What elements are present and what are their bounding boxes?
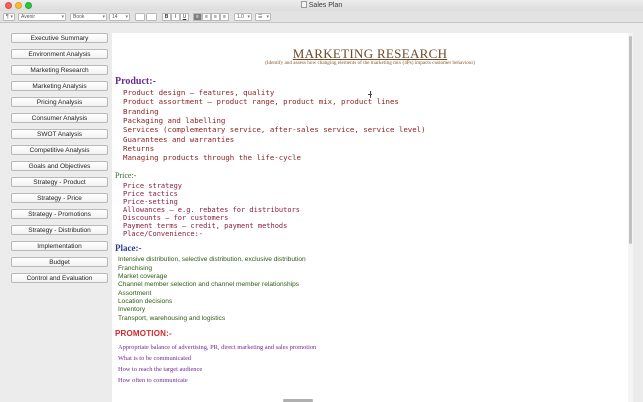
- italic-button[interactable]: I: [171, 13, 180, 21]
- nav-swot-analysis[interactable]: SWOT Analysis: [11, 129, 108, 139]
- list-item: Managing products through the life-cycle: [123, 153, 301, 162]
- list-item: Allowances – e.g. rebates for distributo…: [123, 206, 301, 214]
- nav-control-and-evaluation[interactable]: Control and Evaluation: [11, 273, 108, 283]
- list-item: Returns: [123, 144, 155, 153]
- list-item: Appropriate balance of advertising, PR, …: [118, 344, 317, 351]
- paragraph-style-select[interactable]: ¶ ▾: [3, 13, 15, 21]
- list-item: Inventory: [118, 306, 146, 313]
- list-item: Intensive distribution, selective distri…: [118, 256, 306, 263]
- format-toolbar: ¶ ▾ Avenir ▾ Book ▾ 14 ▾ B I U ≡ ≡ ≡ ≡ 1.0 ▾ …: [0, 11, 643, 23]
- document-subheading: (Identify and assess how changing elemen…: [265, 60, 475, 66]
- underline-button[interactable]: U: [180, 13, 189, 21]
- list-icon: ☰: [258, 14, 263, 20]
- list-item: Franchising: [118, 265, 153, 272]
- list-item: Packaging and labelling: [123, 116, 226, 125]
- nav-goals-and-objectives[interactable]: Goals and Objectives: [11, 161, 108, 171]
- ibeam-cursor-icon: [368, 91, 372, 98]
- list-item: Location decisions: [118, 298, 173, 305]
- nav-budget[interactable]: Budget: [11, 257, 108, 267]
- bold-button[interactable]: B: [162, 13, 171, 21]
- list-item: Place/Convenience:-: [123, 230, 204, 238]
- align-justify-icon: ≡: [223, 14, 226, 20]
- list-item: Product design – features, quality: [123, 88, 275, 97]
- nav-environment-analysis[interactable]: Environment Analysis: [11, 49, 108, 59]
- price-section-title: Price:-: [115, 171, 137, 180]
- title-bar: Sales Plan: [0, 0, 643, 11]
- text-color-well[interactable]: [135, 13, 145, 21]
- align-right-icon: ≡: [214, 14, 217, 20]
- font-size-select[interactable]: 14 ▾: [109, 13, 130, 21]
- align-left-button[interactable]: ≡: [193, 13, 202, 21]
- list-item: Market coverage: [118, 273, 168, 280]
- nav-executive-summary[interactable]: Executive Summary: [11, 33, 108, 43]
- window-title: Sales Plan: [0, 0, 643, 11]
- document-icon: [300, 1, 307, 8]
- font-family-select[interactable]: Avenir ▾: [18, 13, 66, 21]
- list-item: Transport, warehousing and logistics: [118, 315, 226, 322]
- section-sidebar: Executive Summary Environment Analysis M…: [0, 24, 112, 402]
- list-item: Channel member selection and channel mem…: [118, 281, 300, 288]
- nav-strategy-price[interactable]: Strategy - Price: [11, 193, 108, 203]
- list-item: Price strategy: [123, 182, 183, 190]
- align-right-button[interactable]: ≡: [211, 13, 220, 21]
- list-item: Assortment: [118, 290, 152, 297]
- list-item: Payment terms – credit, payment methods: [123, 222, 288, 230]
- promotion-section-title: PROMOTION:-: [115, 329, 172, 338]
- place-section-title: Place:-: [115, 243, 142, 253]
- document-editor[interactable]: MARKETING RESEARCH (Identify and assess …: [112, 33, 628, 402]
- align-center-icon: ≡: [205, 14, 208, 20]
- app-window: Sales Plan ¶ ▾ Avenir ▾ Book ▾ 14 ▾ B I U ≡ …: [0, 0, 643, 402]
- list-item: Price-setting: [123, 198, 178, 206]
- nav-strategy-product[interactable]: Strategy - Product: [11, 177, 108, 187]
- nav-strategy-distribution[interactable]: Strategy - Distribution: [11, 225, 108, 235]
- list-item: Services (complementary service, after-s…: [123, 125, 426, 134]
- nav-consumer-analysis[interactable]: Consumer Analysis: [11, 113, 108, 123]
- list-item: How often to communicate: [118, 377, 188, 384]
- background-color-well[interactable]: [146, 13, 157, 21]
- list-item: What is to be communicated: [118, 355, 192, 362]
- list-item: Price tactics: [123, 190, 178, 198]
- align-left-icon: ≡: [196, 14, 199, 20]
- nav-implementation[interactable]: Implementation: [11, 241, 108, 251]
- product-section-title: Product:-: [115, 76, 156, 87]
- nav-marketing-research[interactable]: Marketing Research: [11, 65, 108, 75]
- nav-marketing-analysis[interactable]: Marketing Analysis: [11, 81, 108, 91]
- align-justify-button[interactable]: ≡: [220, 13, 229, 21]
- nav-pricing-analysis[interactable]: Pricing Analysis: [11, 97, 108, 107]
- list-item: Branding: [123, 107, 159, 116]
- nav-strategy-promotions[interactable]: Strategy - Promotions: [11, 209, 108, 219]
- list-style-select[interactable]: ☰ ▾: [255, 13, 271, 21]
- nav-competitive-analysis[interactable]: Competitive Analysis: [11, 145, 108, 155]
- list-item: Guarantees and warranties: [123, 135, 235, 144]
- line-spacing-select[interactable]: 1.0 ▾: [234, 13, 252, 21]
- list-item: Product assortment – product range, prod…: [123, 97, 399, 106]
- scrollbar-thumb[interactable]: [629, 36, 632, 244]
- align-center-button[interactable]: ≡: [202, 13, 211, 21]
- font-style-select[interactable]: Book ▾: [70, 13, 107, 21]
- list-item: How to reach the target audience: [118, 366, 203, 373]
- list-item: Discounts – for customers: [123, 214, 229, 222]
